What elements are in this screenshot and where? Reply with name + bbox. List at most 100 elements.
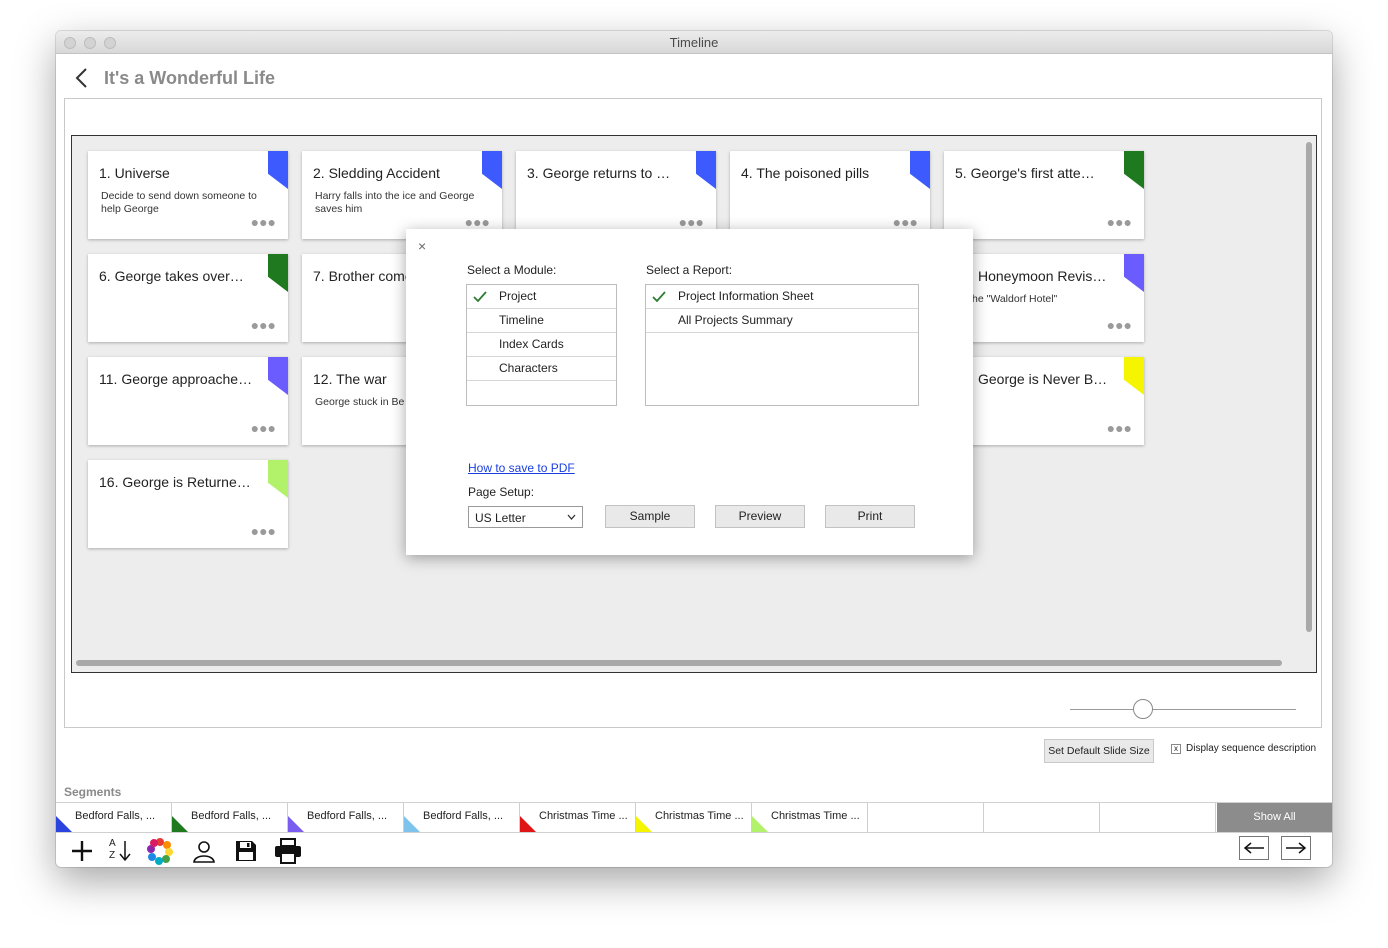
zoom-slider-thumb[interactable] <box>1133 699 1153 719</box>
more-options-icon[interactable]: ●●● <box>251 421 276 435</box>
timeline-card[interactable]: 16. George is Returne… ●●● <box>88 460 288 548</box>
timeline-card[interactable]: Honeymoon Revis… he "Waldorf Hotel" ●●● <box>944 254 1144 342</box>
page-setup-value: US Letter <box>475 511 526 525</box>
timeline-card[interactable]: 4. The poisoned pills ●●● <box>730 151 930 239</box>
card-description: he "Waldorf Hotel" <box>972 293 1058 305</box>
timeline-card[interactable]: 11. George approache… ●●● <box>88 357 288 445</box>
segments-label: Segments <box>64 785 122 799</box>
segment-tab[interactable]: Christmas Time ... <box>636 803 752 832</box>
print-dialog: × Select a Module: Project Timeline Inde… <box>406 229 973 555</box>
vertical-scrollbar[interactable] <box>1306 142 1312 632</box>
sort-a-letter: A <box>109 838 116 849</box>
page-setup-label: Page Setup: <box>468 485 535 499</box>
previous-button[interactable] <box>1239 836 1269 860</box>
more-options-icon[interactable]: ●●● <box>1107 215 1132 229</box>
segment-tab[interactable]: Bedford Falls, ... <box>172 803 288 832</box>
report-item-label: Project Information Sheet <box>678 289 814 303</box>
segment-tab[interactable]: Christmas Time ... <box>752 803 868 832</box>
module-item[interactable]: Index Cards <box>467 333 616 357</box>
save-icon[interactable] <box>232 837 260 865</box>
show-all-button[interactable]: Show All <box>1217 803 1332 832</box>
module-item[interactable]: Project <box>467 285 616 309</box>
segment-tab[interactable]: Christmas Time ... <box>520 803 636 832</box>
color-flag <box>268 460 288 498</box>
module-list[interactable]: Project Timeline Index Cards Characters <box>466 284 617 406</box>
segment-tab[interactable]: Bedford Falls, ... <box>404 803 520 832</box>
save-to-pdf-link[interactable]: How to save to PDF <box>468 461 575 475</box>
segment-label: Bedford Falls, ... <box>191 810 272 822</box>
timeline-card[interactable]: 2. Sledding Accident Harry falls into th… <box>302 151 502 239</box>
timeline-card[interactable]: 5. George's first atte… ●●● <box>944 151 1144 239</box>
zoom-slider-track[interactable] <box>1070 709 1296 710</box>
person-icon[interactable] <box>190 837 218 865</box>
color-flag <box>1124 151 1144 189</box>
arrow-left-icon <box>1243 842 1264 854</box>
more-options-icon[interactable]: ●●● <box>1107 421 1132 435</box>
back-chevron-icon[interactable] <box>74 67 90 89</box>
color-flag <box>268 151 288 189</box>
page-setup-select[interactable]: US Letter <box>468 506 583 528</box>
timeline-card[interactable]: 1. Universe Decide to send down someone … <box>88 151 288 239</box>
segment-color-marker <box>288 816 304 832</box>
more-options-icon[interactable]: ●●● <box>1107 318 1132 332</box>
color-flag <box>268 254 288 292</box>
module-item[interactable]: Characters <box>467 357 616 381</box>
segment-label: Christmas Time ... <box>655 810 744 822</box>
segment-tab[interactable] <box>984 803 1100 832</box>
segment-label: Bedford Falls, ... <box>423 810 504 822</box>
window-title: Timeline <box>669 35 719 50</box>
color-flag <box>910 151 930 189</box>
arrow-right-icon <box>1286 842 1307 854</box>
card-title: 16. George is Returne… <box>99 474 251 490</box>
chevron-down-icon <box>567 514 576 520</box>
report-item[interactable]: All Projects Summary <box>646 309 918 333</box>
card-description: Decide to send down someone to help Geor… <box>101 190 257 215</box>
sort-az-icon[interactable]: A Z <box>106 837 134 865</box>
horizontal-scrollbar[interactable] <box>76 660 1282 666</box>
color-flag <box>482 151 502 189</box>
module-label: Select a Module: <box>467 263 557 277</box>
display-sequence-checkbox[interactable]: x <box>1171 744 1181 754</box>
color-wheel-icon[interactable] <box>146 837 174 865</box>
sample-button[interactable]: Sample <box>605 505 695 528</box>
card-title: 11. George approache… <box>99 371 253 387</box>
segment-tab[interactable]: Bedford Falls, ... <box>56 803 172 832</box>
report-label: Select a Report: <box>646 263 733 277</box>
color-flag <box>696 151 716 189</box>
module-item-label: Index Cards <box>499 337 564 351</box>
timeline-card[interactable]: George is Never B… ●●● <box>944 357 1144 445</box>
report-item[interactable]: Project Information Sheet <box>646 285 918 309</box>
segment-color-marker <box>636 816 652 832</box>
next-button[interactable] <box>1281 836 1311 860</box>
more-options-icon[interactable]: ●●● <box>679 215 704 229</box>
segment-tab[interactable] <box>868 803 984 832</box>
color-flag <box>268 357 288 395</box>
checkmark-icon <box>473 291 487 302</box>
segment-tab[interactable]: Bedford Falls, ... <box>288 803 404 832</box>
preview-button[interactable]: Preview <box>715 505 805 528</box>
module-item-label: Timeline <box>499 313 544 327</box>
plus-icon[interactable] <box>68 837 96 865</box>
more-options-icon[interactable]: ●●● <box>251 318 276 332</box>
timeline-card[interactable]: 3. George returns to … ●●● <box>516 151 716 239</box>
card-title: Honeymoon Revis… <box>978 268 1107 284</box>
segment-tab[interactable] <box>1100 803 1216 832</box>
set-default-slide-size-button[interactable]: Set Default Slide Size <box>1044 739 1154 763</box>
report-list[interactable]: Project Information Sheet All Projects S… <box>645 284 919 406</box>
module-item[interactable]: Timeline <box>467 309 616 333</box>
segment-label: Bedford Falls, ... <box>75 810 156 822</box>
segment-label: Bedford Falls, ... <box>307 810 388 822</box>
print-icon[interactable] <box>274 837 302 865</box>
app-window: Timeline It's a Wonderful Life 1. Univer… <box>56 31 1332 867</box>
color-flag <box>1124 254 1144 292</box>
segment-color-marker <box>520 816 536 832</box>
more-options-icon[interactable]: ●●● <box>465 215 490 229</box>
more-options-icon[interactable]: ●●● <box>251 524 276 538</box>
close-icon[interactable]: × <box>418 238 426 254</box>
timeline-card[interactable]: 6. George takes over… ●●● <box>88 254 288 342</box>
report-item-label: All Projects Summary <box>678 313 793 327</box>
more-options-icon[interactable]: ●●● <box>893 215 918 229</box>
more-options-icon[interactable]: ●●● <box>251 215 276 229</box>
print-button[interactable]: Print <box>825 505 915 528</box>
checkmark-icon <box>652 291 666 302</box>
